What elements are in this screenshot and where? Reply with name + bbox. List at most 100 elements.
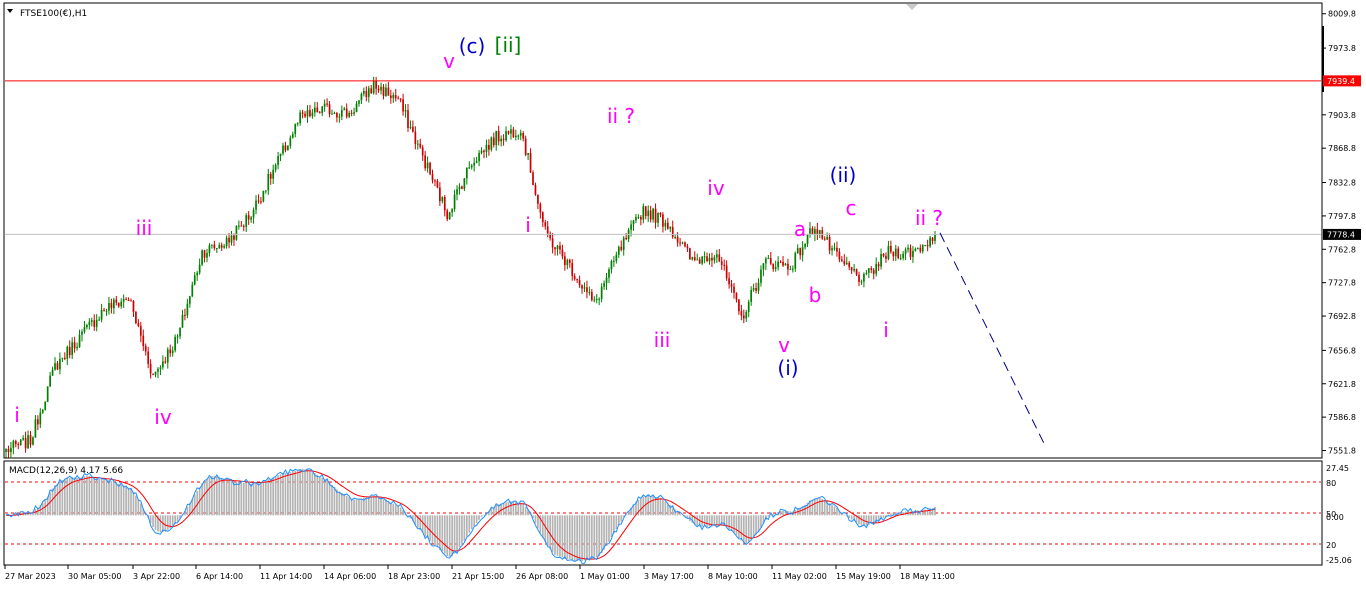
candle-body	[929, 237, 931, 247]
candle-body	[360, 93, 363, 101]
candle-body	[203, 250, 206, 258]
candle-body	[211, 244, 213, 246]
candle-body	[877, 264, 880, 267]
candle-body	[446, 210, 449, 220]
time-tick-label: 21 Apr 15:00	[452, 572, 504, 581]
candle-body	[404, 110, 407, 112]
candle-body	[184, 314, 186, 316]
candle-body	[90, 320, 93, 322]
macd-tick-label: -25.06	[1326, 556, 1352, 565]
candle-body	[17, 444, 20, 446]
candle-body	[117, 302, 120, 307]
wave-label: v	[778, 333, 790, 357]
candle-body	[760, 269, 762, 283]
wave-label: ii ?	[607, 104, 635, 128]
candle-body	[171, 350, 174, 354]
candle-body	[191, 284, 194, 297]
candle-body	[664, 222, 667, 227]
candle-body	[279, 153, 282, 157]
candle-body	[679, 242, 681, 244]
candle-body	[691, 257, 694, 260]
candle-body	[250, 217, 252, 220]
candle-body	[267, 173, 270, 191]
candle-body	[215, 248, 218, 250]
candle-body	[711, 257, 713, 261]
candle-body	[625, 237, 628, 240]
macd-panel[interactable]: MACD(12,26,9) 4.17 5.66	[3, 460, 1323, 566]
candle-body	[706, 256, 708, 262]
candle-body	[676, 236, 679, 243]
candle-body	[546, 226, 549, 234]
candle-body	[365, 91, 368, 98]
candle-body	[468, 167, 471, 169]
candle-body	[735, 292, 738, 300]
candle-body	[613, 260, 615, 262]
candle-body	[453, 194, 456, 210]
candle-body	[122, 299, 125, 302]
candle-body	[747, 301, 750, 312]
chart-svg[interactable]: iiiiivv(c) [ii]iii ?iiiivv(i)abc(ii)iii ?…	[0, 0, 1366, 588]
wave-label: i	[14, 403, 20, 427]
candle-body	[573, 275, 576, 280]
candle-body	[708, 257, 711, 262]
candle-body	[387, 87, 390, 96]
candle-body	[149, 363, 152, 374]
candle-body	[603, 283, 605, 287]
chart-window[interactable]: i iii iv v (c) [ii] i ii ? iii iv v (i) a b c (ii) i ii ?…	[0, 0, 1366, 588]
candle-body	[541, 212, 544, 223]
candle-body	[213, 244, 216, 249]
candle-body	[46, 386, 49, 402]
candle-body	[502, 138, 505, 141]
candle-body	[738, 299, 740, 312]
candle-body	[858, 274, 860, 283]
candle-body	[358, 100, 360, 104]
candle-body	[784, 263, 787, 266]
candle-body	[581, 285, 583, 289]
candle-body	[836, 247, 838, 252]
candle-body	[377, 88, 380, 91]
candle-body	[326, 103, 328, 105]
candle-body	[875, 264, 878, 274]
candle-body	[742, 315, 745, 319]
wave-label: i	[883, 318, 889, 342]
candle-body	[505, 131, 507, 141]
candle-body	[34, 419, 37, 438]
candle-body	[370, 88, 373, 94]
candle-body	[363, 91, 365, 94]
price-panel[interactable]: iiiiivv(c) [ii]iii ?iiiivv(i)abc(ii)iii ?…	[3, 2, 1323, 459]
candle-body	[576, 279, 578, 281]
candle-body	[853, 269, 855, 271]
candle-body	[605, 277, 608, 284]
candle-body	[407, 110, 409, 128]
candle-body	[181, 314, 184, 328]
price-tick-label: 7727.8	[1328, 279, 1356, 288]
candle-body	[750, 290, 753, 302]
candle-body	[37, 419, 39, 425]
macd-tick-label: 0.00	[1326, 513, 1344, 522]
candle-body	[796, 248, 799, 254]
candle-body	[485, 144, 488, 152]
candle-body	[242, 225, 245, 227]
candle-body	[24, 438, 27, 449]
wave-label: iv	[154, 405, 172, 429]
time-tick-label: 8 May 10:00	[708, 572, 758, 581]
candle-body	[223, 246, 226, 248]
candle-body	[421, 147, 424, 156]
candle-body	[152, 373, 154, 375]
candle-body	[867, 268, 870, 273]
candle-body	[252, 209, 255, 218]
candle-body	[51, 369, 54, 376]
candle-body	[652, 208, 654, 220]
candle-body	[345, 108, 348, 117]
candle-body	[725, 265, 728, 279]
candle-body	[608, 269, 610, 278]
candle-body	[600, 286, 603, 299]
time-tick-label: 18 Apr 23:00	[388, 572, 440, 581]
candle-body	[463, 178, 466, 189]
candle-body	[804, 243, 806, 248]
candle-body	[95, 319, 98, 327]
wave-label: (ii)	[830, 163, 857, 187]
candle-body	[723, 264, 726, 266]
candle-body	[103, 309, 105, 311]
wave-label: iii	[136, 216, 153, 240]
